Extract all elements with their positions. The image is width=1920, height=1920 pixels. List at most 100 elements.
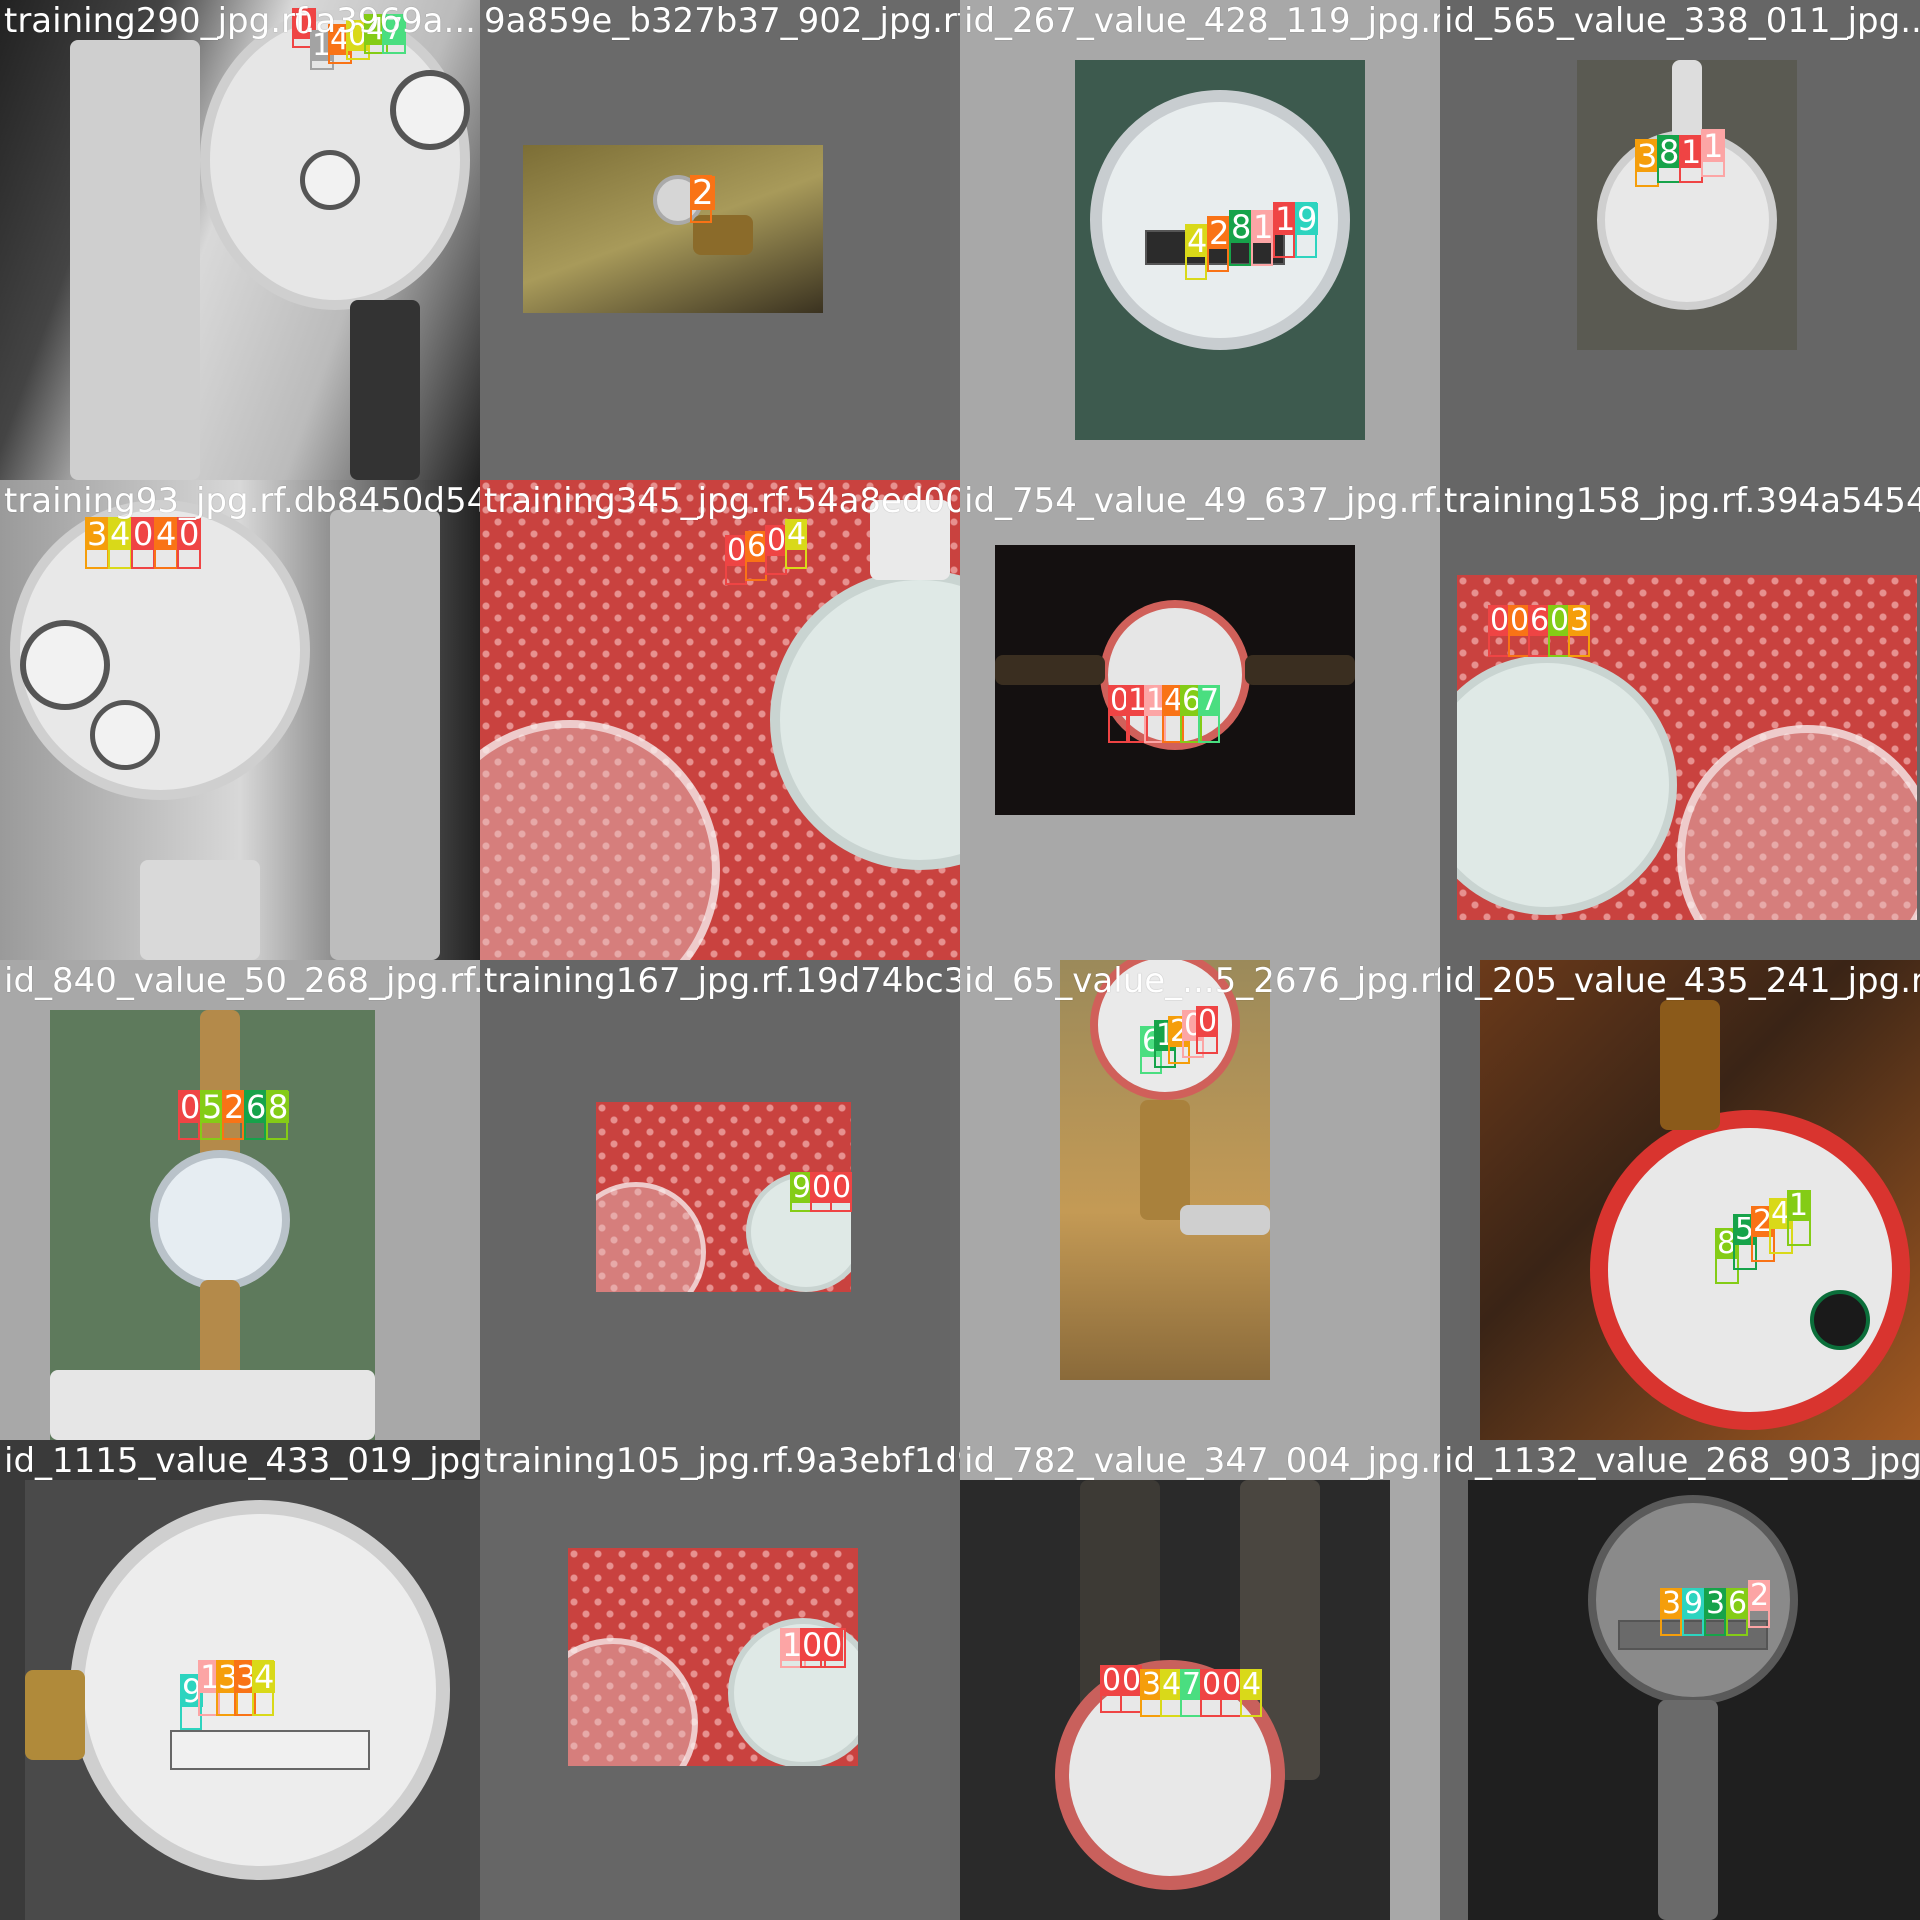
detection-label: 0 xyxy=(1509,603,1531,638)
glass-cap xyxy=(480,720,720,960)
detection-box: 7 xyxy=(1198,685,1221,743)
detection-box: 9 xyxy=(1295,202,1319,258)
detection-box: 1 xyxy=(1679,135,1703,183)
detection-box: 3 xyxy=(1704,1588,1727,1636)
tile-13-title: id_1115_value_433_019_jpg.rf... xyxy=(4,1441,480,1481)
pipe xyxy=(50,1370,375,1440)
tile-12: id_205_value_435_241_jpg.rf 85241 xyxy=(1440,960,1920,1440)
detection-label: 6 xyxy=(1529,603,1551,638)
detection-box: 0 xyxy=(178,1088,202,1140)
detection-box: 0 xyxy=(725,535,748,585)
detection-box: 8 xyxy=(1229,208,1253,266)
glass-cap xyxy=(1677,725,1917,920)
detection-box: 0 xyxy=(1120,1663,1143,1713)
tile-1-title: training290_jpg.rf.a3969a... xyxy=(4,1,476,41)
detection-box: 4 xyxy=(252,1658,276,1716)
detection-box: 6 xyxy=(1528,603,1551,657)
tile-11: id_65_value_...5_2676_jpg.rf... 61200 xyxy=(960,960,1440,1440)
tile-16-title: id_1132_value_268_903_jpg xyxy=(1444,1441,1920,1481)
detection-label: 8 xyxy=(1230,208,1253,246)
tile-2-photo xyxy=(523,145,823,313)
detection-box: 4 xyxy=(1240,1669,1263,1717)
detection-label: 4 xyxy=(155,515,178,553)
meter-body xyxy=(1457,655,1677,915)
detection-label: 8 xyxy=(1658,133,1681,171)
detection-box: 3 xyxy=(1660,1588,1683,1636)
dial-icon xyxy=(90,700,160,770)
tile-1-photo xyxy=(0,0,480,480)
tile-3: id_267_value_428_119_jpg.rf... 428119 xyxy=(960,0,1440,480)
counter-window xyxy=(170,1730,370,1770)
meter-body xyxy=(150,1150,290,1290)
tile-12-title: id_205_value_435_241_jpg.rf xyxy=(1444,961,1920,1001)
detection-label: 4 xyxy=(253,1658,276,1696)
detection-box: 4 xyxy=(785,519,808,569)
detection-label: 3 xyxy=(1141,1667,1163,1702)
detection-label: 9 xyxy=(1683,1586,1705,1621)
pipe xyxy=(1660,1000,1720,1130)
pipe xyxy=(1245,655,1355,685)
detection-box: 0 xyxy=(1196,1006,1219,1054)
detection-box: 4 xyxy=(1160,1669,1183,1717)
tile-5: training93_jpg.rf.db8450d5432 34040 xyxy=(0,480,480,960)
tile-13: id_1115_value_433_019_jpg.rf... 91334 xyxy=(0,1440,480,1920)
tile-9-photo xyxy=(50,1010,375,1440)
detection-box: 4 xyxy=(154,517,178,569)
detection-label: 0 xyxy=(1121,1663,1143,1698)
detection-box: 6 xyxy=(244,1088,268,1140)
detection-label: 0 xyxy=(821,1626,844,1664)
tile-10-title: training167_jpg.rf.19d74bc3c... xyxy=(484,961,960,1001)
detection-box: 9 xyxy=(1682,1586,1705,1636)
tile-8-title: training158_jpg.rf.394a5454 xyxy=(1444,481,1920,521)
detection-label: 0 xyxy=(1489,603,1511,638)
detection-label: 0 xyxy=(178,515,201,553)
detection-label: 6 xyxy=(245,1088,268,1126)
detection-label: 0 xyxy=(1221,1667,1243,1702)
dial-icon xyxy=(1810,1290,1870,1350)
pipe xyxy=(1658,1700,1718,1920)
detection-box: 3 xyxy=(1140,1667,1163,1717)
glass-cap xyxy=(568,1638,698,1766)
detection-box: 0 xyxy=(1548,603,1571,657)
pipe xyxy=(140,860,260,960)
detection-label: 9 xyxy=(791,1170,813,1205)
detection-box: 4 xyxy=(1185,222,1209,280)
meter-label-plate xyxy=(330,510,440,960)
detection-label: 0 xyxy=(179,1088,202,1126)
detection-label: 3 xyxy=(1569,603,1591,638)
detection-box: 4 xyxy=(108,517,132,569)
pipe xyxy=(1672,60,1702,140)
detection-box: 3 xyxy=(1568,603,1591,657)
detection-label: 0 xyxy=(766,523,788,558)
detection-box: 2 xyxy=(1207,216,1231,272)
detection-box: 0 xyxy=(820,1628,846,1668)
detection-box: 0 xyxy=(177,517,201,569)
detection-box: 2 xyxy=(222,1090,246,1140)
tile-4: id_565_value_338_011_jpg... 3811 xyxy=(1440,0,1920,480)
detection-label: 8 xyxy=(267,1088,290,1126)
tile-7-photo xyxy=(995,545,1355,815)
detection-box: 1 xyxy=(1273,202,1297,258)
pipe xyxy=(25,1670,85,1760)
detection-label: 5 xyxy=(201,1088,224,1126)
detection-box: 3 xyxy=(85,517,109,569)
detection-label: 1 xyxy=(1252,208,1275,246)
detection-label: 2 xyxy=(691,173,715,213)
detection-label: 6 xyxy=(1727,1586,1749,1621)
tile-9: id_840_value_50_268_jpg.rf... 05268 xyxy=(0,960,480,1440)
detection-label: 1 xyxy=(1788,1188,1810,1223)
detection-box: 5 xyxy=(200,1088,224,1140)
detection-label: 4 xyxy=(1186,222,1209,260)
tile-9-title: id_840_value_50_268_jpg.rf... xyxy=(4,961,480,1001)
detection-box: 6 xyxy=(1726,1586,1749,1636)
tile-6: training345_jpg.rf.54a8ed00 0604 xyxy=(480,480,960,960)
detection-label: 0 xyxy=(1549,603,1571,638)
detection-label: 0 xyxy=(831,1170,853,1205)
detection-label: 1 xyxy=(1680,133,1703,171)
dial-icon xyxy=(300,150,360,210)
detection-label: 1 xyxy=(1702,127,1725,165)
detection-box: 0 xyxy=(765,523,788,575)
glass-cap xyxy=(596,1182,706,1292)
meter-label-plate xyxy=(70,40,200,480)
detection-box: 0 xyxy=(830,1170,853,1212)
